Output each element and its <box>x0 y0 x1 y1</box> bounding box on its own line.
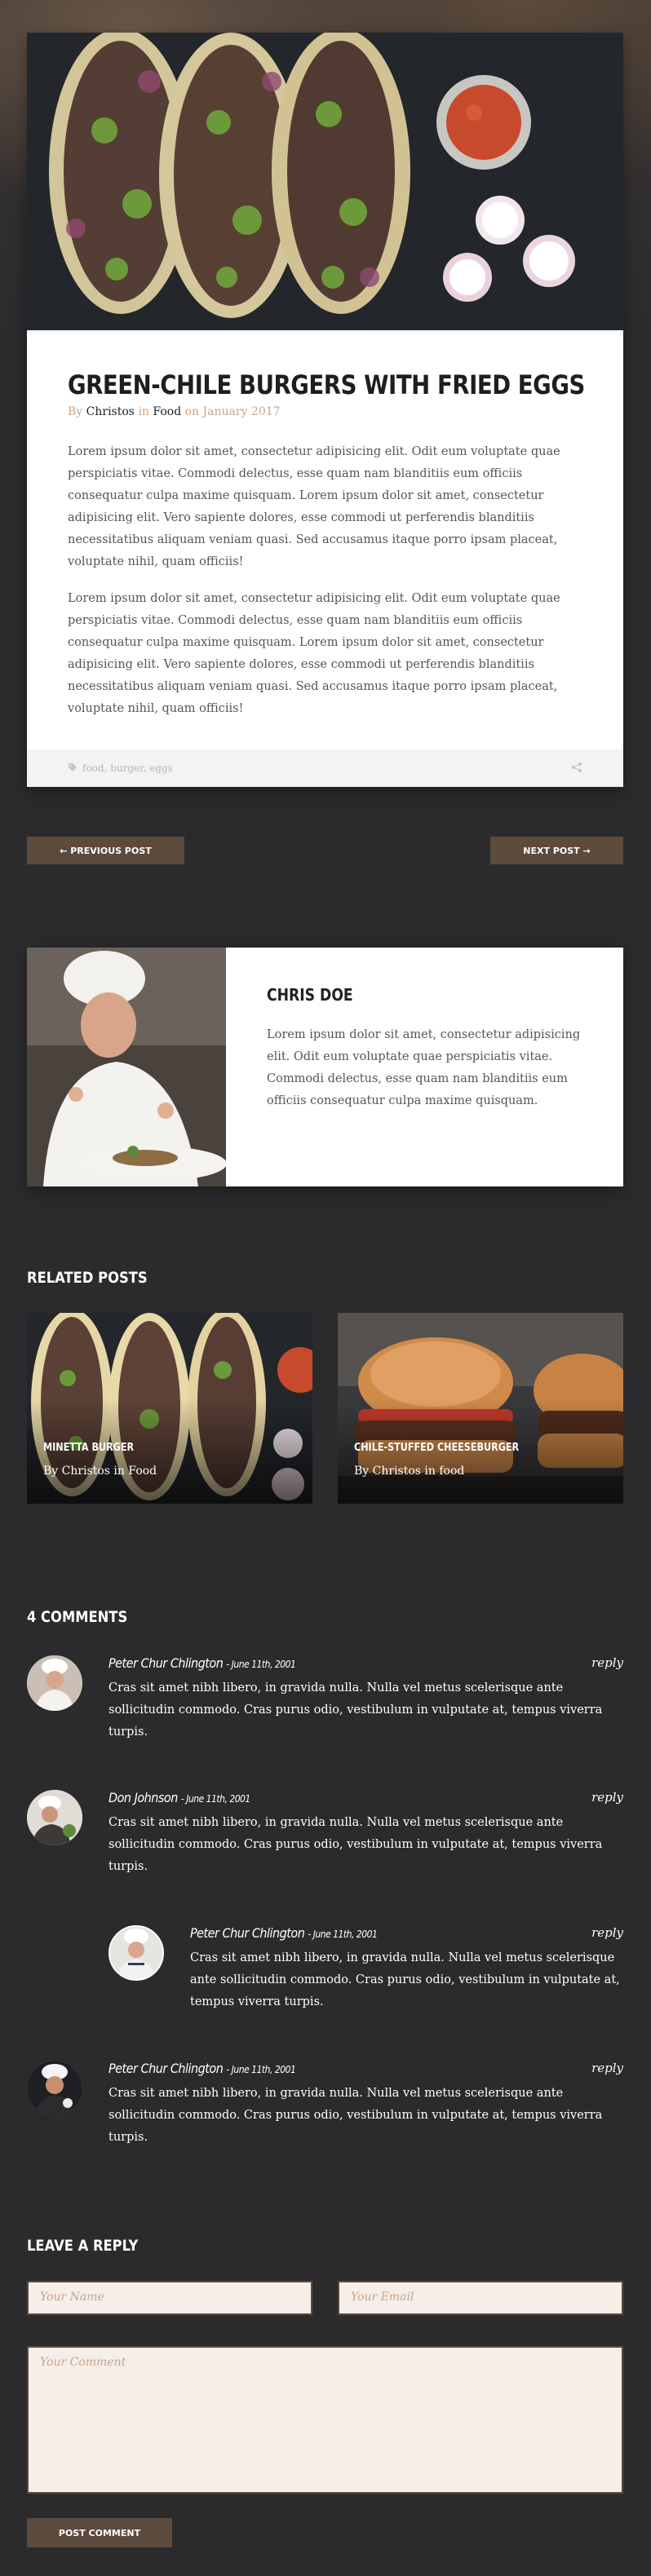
avatar <box>108 1925 164 1981</box>
comment-header: Don Johnson - June 11th, 2001 <box>108 1790 623 1805</box>
tag-icon <box>68 762 78 775</box>
comment-reply: Peter Chur Chlington - June 11th, 2001 r… <box>108 1925 623 2013</box>
author-bio: Lorem ipsum dolor sit amet, consectetur … <box>267 1028 581 1107</box>
post-comment-button[interactable]: POST COMMENT <box>27 2518 172 2547</box>
comment-date: - June 11th, 2001 <box>226 1659 296 1670</box>
meta-author-link[interactable]: Christos <box>86 405 135 418</box>
post-tags: food, burger, eggs <box>68 762 173 775</box>
leave-reply-heading: LEAVE A REPLY <box>27 2237 139 2255</box>
author-photo <box>27 948 226 1186</box>
tags-text[interactable]: food, burger, eggs <box>82 762 173 774</box>
comment-header: Peter Chur Chlington - June 11th, 2001 <box>108 2061 623 2076</box>
post-title: GREEN-CHILE BURGERS WITH FRIED EGGS <box>68 369 585 400</box>
meta-in: in <box>138 405 149 418</box>
comment-body: Don Johnson - June 11th, 2001 reply Cras… <box>108 1790 623 1878</box>
related-post-byline: By Christos in food <box>354 1465 465 1478</box>
related-post-title[interactable]: CHILE-STUFFED CHEESEBURGER <box>354 1442 519 1454</box>
featured-image-tacos <box>27 33 623 330</box>
article-footer: food, burger, eggs <box>27 749 623 787</box>
reply-link[interactable]: reply <box>591 1790 623 1805</box>
comment-date: - June 11th, 2001 <box>180 1793 250 1805</box>
share-icon[interactable] <box>571 762 582 775</box>
comment-text: Cras sit amet nibh libero, in gravida nu… <box>108 1816 603 1873</box>
comment-author: Don Johnson <box>108 1790 178 1805</box>
comment: Don Johnson - June 11th, 2001 reply Cras… <box>27 1790 623 1878</box>
comment-date: - June 11th, 2001 <box>226 2064 296 2075</box>
avatar <box>27 1655 82 1711</box>
email-input[interactable]: Your Email <box>338 2281 623 2315</box>
related-post-card[interactable]: MINETTA BURGER By Christos in Food <box>27 1313 312 1504</box>
related-posts: MINETTA BURGER By Christos in Food CHILE… <box>27 1313 623 1504</box>
meta-date: on January 2017 <box>184 405 281 418</box>
meta-category-link[interactable]: Food <box>153 405 181 418</box>
post-meta: By Christos in Food on January 2017 <box>68 405 582 418</box>
article-body: GREEN-CHILE BURGERS WITH FRIED EGGS By C… <box>27 330 623 749</box>
article-paragraph: Lorem ipsum dolor sit amet, consectetur … <box>68 592 560 715</box>
previous-post-button[interactable]: ← PREVIOUS POST <box>27 837 184 864</box>
comment-author: Peter Chur Chlington <box>190 1925 305 1941</box>
comment-text: Cras sit amet nibh libero, in gravida nu… <box>108 2087 603 2144</box>
related-post-title[interactable]: MINETTA BURGER <box>43 1442 134 1454</box>
comment: Peter Chur Chlington - June 11th, 2001 r… <box>27 1655 623 1743</box>
comment-author: Peter Chur Chlington <box>108 2061 224 2076</box>
meta-by: By <box>68 405 83 418</box>
reply-link[interactable]: reply <box>591 1655 623 1670</box>
name-input[interactable]: Your Name <box>27 2281 312 2315</box>
comment-body: Peter Chur Chlington - June 11th, 2001 r… <box>108 2061 623 2149</box>
comments-heading: 4 COMMENTS <box>27 1608 128 1626</box>
avatar <box>27 2061 82 2116</box>
article-card: GREEN-CHILE BURGERS WITH FRIED EGGS By C… <box>27 33 623 787</box>
related-post-byline: By Christos in Food <box>43 1465 157 1478</box>
article-paragraph: Lorem ipsum dolor sit amet, consectetur … <box>68 445 560 568</box>
page: GREEN-CHILE BURGERS WITH FRIED EGGS By C… <box>0 0 651 2576</box>
comment: Peter Chur Chlington - June 11th, 2001 r… <box>27 2061 623 2149</box>
comment-date: - June 11th, 2001 <box>308 1929 378 1940</box>
avatar <box>27 1790 82 1845</box>
comment-text: Cras sit amet nibh libero, in gravida nu… <box>108 1681 603 1739</box>
comment-author: Peter Chur Chlington <box>108 1655 224 1671</box>
post-pager: ← PREVIOUS POST NEXT POST → <box>27 837 623 864</box>
next-post-button[interactable]: NEXT POST → <box>490 837 623 864</box>
comment-text: Cras sit amet nibh libero, in gravida nu… <box>190 1951 620 2008</box>
related-post-card[interactable]: CHILE-STUFFED CHEESEBURGER By Christos i… <box>338 1313 623 1504</box>
comment-body: Peter Chur Chlington - June 11th, 2001 r… <box>108 1655 623 1743</box>
comment-header: Peter Chur Chlington - June 11th, 2001 <box>108 1655 623 1671</box>
tacos-illustration <box>27 33 623 330</box>
comment-textarea[interactable]: Your Comment <box>27 2346 623 2494</box>
author-box: CHRIS DOE Lorem ipsum dolor sit amet, co… <box>27 948 623 1186</box>
reply-link[interactable]: reply <box>591 2061 623 2075</box>
comment-header: Peter Chur Chlington - June 11th, 2001 <box>190 1925 623 1941</box>
comment-body: Peter Chur Chlington - June 11th, 2001 r… <box>190 1925 623 2013</box>
related-posts-heading: RELATED POSTS <box>27 1269 148 1287</box>
reply-link[interactable]: reply <box>591 1925 623 1940</box>
author-name: CHRIS DOE <box>267 985 353 1005</box>
author-info: CHRIS DOE Lorem ipsum dolor sit amet, co… <box>226 948 623 1186</box>
